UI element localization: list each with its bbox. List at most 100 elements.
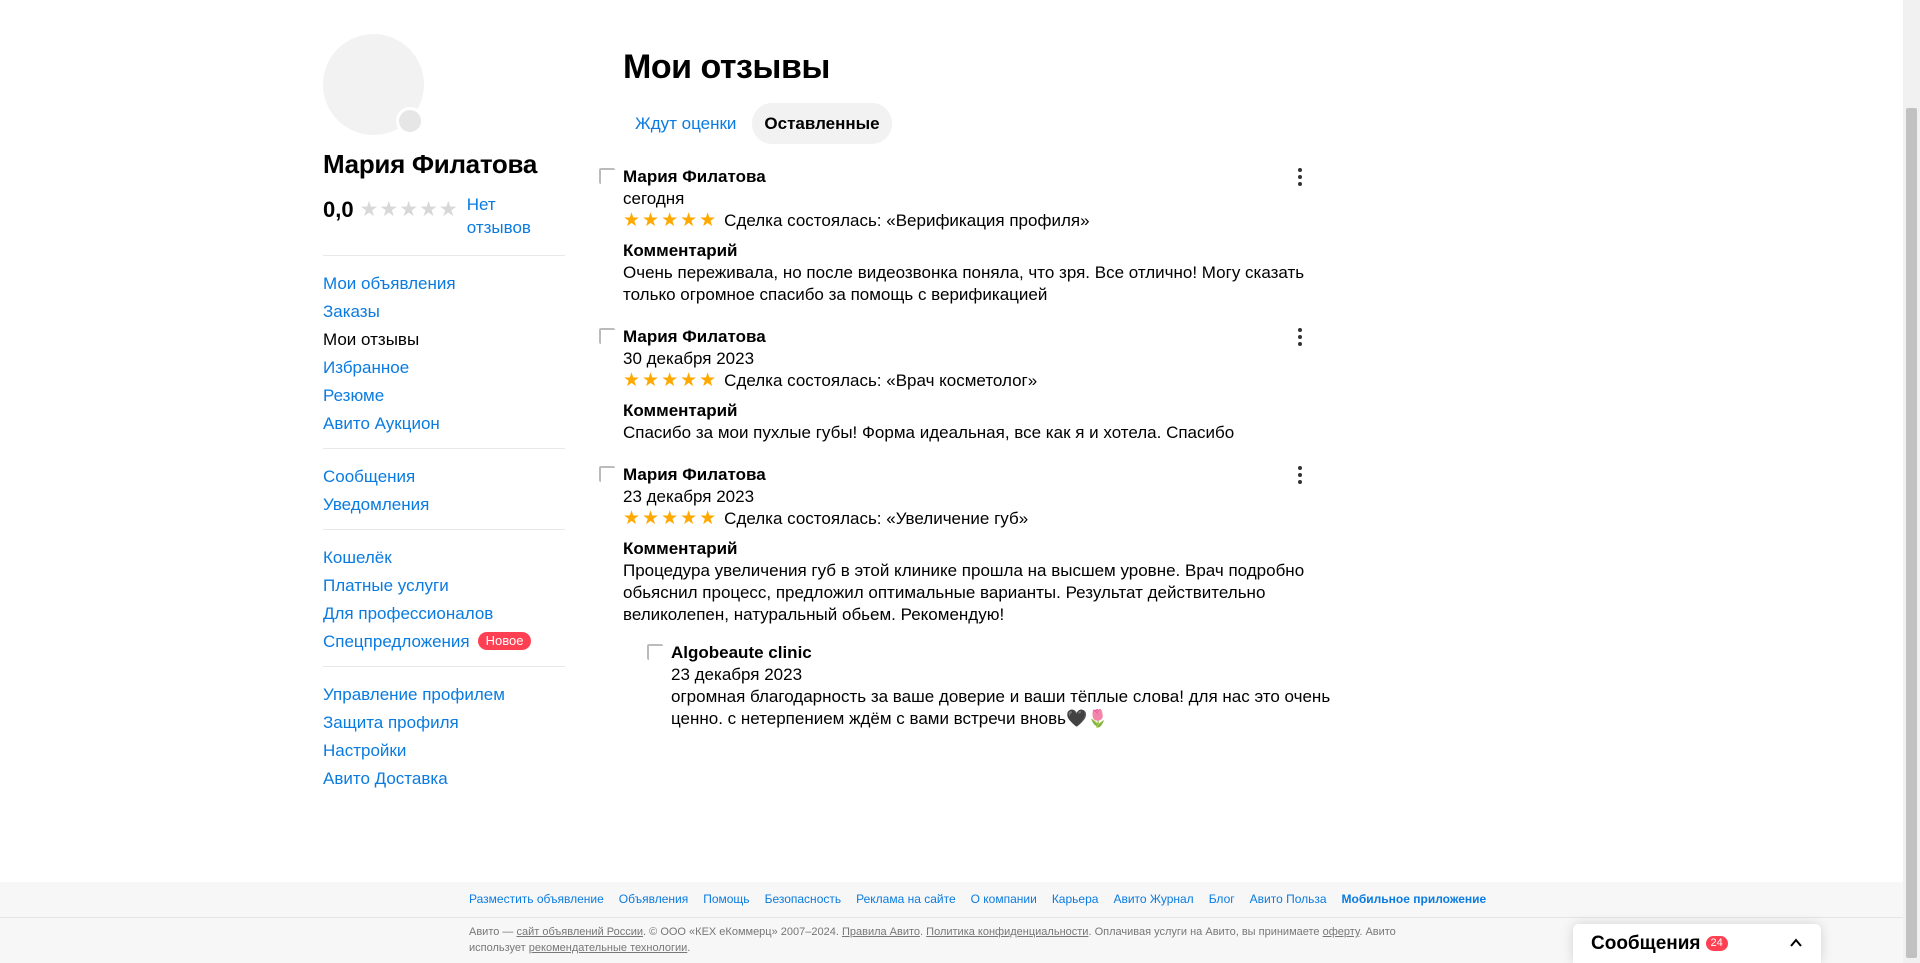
- sidebar-nav-group: Мои объявления Заказы Мои отзывы Избранное Р…: [323, 256, 565, 449]
- messenger-title: Сообщения: [1591, 932, 1701, 954]
- rating-row: 0,0 ★★★★★ Нет отзывов: [323, 193, 565, 256]
- sidebar-item[interactable]: Сообщения: [323, 463, 565, 491]
- sidebar-item[interactable]: Заказы: [323, 298, 565, 326]
- more-options-icon[interactable]: [1297, 466, 1303, 484]
- review-author: Мария Филатова: [623, 167, 766, 186]
- sidebar-item-label: Резюме: [323, 386, 385, 405]
- sidebar-item-label: Уведомления: [323, 495, 430, 514]
- chevron-up-icon[interactable]: [1789, 936, 1803, 950]
- tab-left-reviews[interactable]: Оставленные: [752, 103, 892, 144]
- sidebar-item[interactable]: Для профессионалов: [323, 600, 565, 628]
- footer-link[interactable]: О компании: [971, 892, 1037, 906]
- rating-stars-icon: ★★★★★: [623, 508, 719, 529]
- sidebar-item[interactable]: Управление профилем: [323, 681, 565, 709]
- sidebar-item[interactable]: Избранное: [323, 354, 565, 382]
- sidebar-item-label: Кошелёк: [323, 548, 392, 567]
- legal-link-privacy[interactable]: Политика конфиденциальности: [926, 926, 1088, 938]
- review-deal-text: Сделка состоялась: «Врач косметолог»: [724, 371, 1038, 390]
- sidebar-item-label: Защита профиля: [323, 713, 459, 732]
- review-date: сегодня: [623, 189, 685, 208]
- sidebar-item-label: Платные услуги: [323, 576, 449, 595]
- messenger-unread-badge: 24: [1705, 936, 1728, 951]
- legal-link-site[interactable]: сайт объявлений России: [516, 926, 643, 938]
- rating-stars-icon: ★★★★★: [359, 198, 459, 221]
- messenger-widget[interactable]: Сообщения 24: [1573, 924, 1821, 963]
- review-deal-text: Сделка состоялась: «Увеличение губ»: [724, 509, 1029, 528]
- sidebar-item-label: Избранное: [323, 358, 410, 377]
- comment-label: Комментарий: [623, 539, 738, 558]
- reply-text: огромная благодарность за ваше доверие и…: [671, 687, 1331, 728]
- sidebar-item[interactable]: Защита профиля: [323, 709, 565, 737]
- footer-divider: [0, 917, 1903, 918]
- footer-link[interactable]: Реклама на сайте: [856, 892, 956, 906]
- sidebar-item[interactable]: Уведомления: [323, 491, 565, 519]
- comment-label: Комментарий: [623, 241, 738, 260]
- sidebar-item-label: Авито Аукцион: [323, 414, 440, 433]
- footer-link[interactable]: Разместить объявление: [469, 892, 604, 906]
- footer-link[interactable]: Авито Журнал: [1113, 892, 1193, 906]
- review-author: Мария Филатова: [623, 465, 766, 484]
- sidebar-item[interactable]: Резюме: [323, 382, 565, 410]
- sidebar-nav: Мои объявления Заказы Мои отзывы Избранное Р…: [323, 256, 565, 803]
- review-deal-row: ★★★★★ Сделка состоялась: «Врач косметолог…: [623, 370, 1323, 392]
- more-options-icon[interactable]: [1297, 328, 1303, 346]
- sidebar-item-label: Авито Доставка: [323, 769, 448, 788]
- review-item: Мария Филатова сегодня ★★★★★ Сделка состоял…: [599, 166, 1323, 306]
- sidebar-item[interactable]: Авито Доставка: [323, 765, 565, 793]
- profile-sidebar: Мария Филатова 0,0 ★★★★★ Нет отзывов Мои…: [323, 34, 565, 803]
- reply-author-avatar: [647, 644, 663, 660]
- review-author: Мария Филатова: [623, 327, 766, 346]
- main-content: Мои отзывы Ждут оценки Оставленные Мария…: [599, 48, 1330, 730]
- sidebar-item[interactable]: Мои отзывы: [323, 326, 565, 354]
- footer-link[interactable]: Безопасность: [765, 892, 842, 906]
- rating-stars-icon: ★★★★★: [623, 370, 719, 391]
- reviews-list: Мария Филатова сегодня ★★★★★ Сделка состоял…: [599, 166, 1330, 730]
- avatar[interactable]: [323, 34, 424, 135]
- sidebar-item-label: Управление профилем: [323, 685, 505, 704]
- sidebar-item[interactable]: Мои объявления: [323, 270, 565, 298]
- legal-link-rules[interactable]: Правила Авито: [842, 926, 920, 938]
- footer-link[interactable]: Карьера: [1052, 892, 1099, 906]
- footer-link[interactable]: Помощь: [703, 892, 749, 906]
- scrollbar-thumb[interactable]: [1906, 108, 1917, 958]
- review-reply: Algobeaute clinic 23 декабря 2023 огромная…: [647, 642, 1330, 730]
- sidebar-item-label: Заказы: [323, 302, 380, 321]
- legal-text: . Оплачивая услуги на Авито, вы принимае…: [1088, 926, 1323, 938]
- sidebar-item-label: Мои объявления: [323, 274, 456, 293]
- sidebar-item-label: Мои отзывы: [323, 330, 420, 349]
- sidebar-item[interactable]: Платные услуги: [323, 572, 565, 600]
- sidebar-item[interactable]: Авито Аукцион: [323, 410, 565, 438]
- legal-link-offer[interactable]: оферту: [1323, 926, 1360, 938]
- sidebar-item[interactable]: Спецпредложения Новое: [323, 628, 565, 656]
- no-reviews-link[interactable]: Нет отзывов: [467, 193, 537, 239]
- tab-awaiting-rating[interactable]: Ждут оценки: [623, 103, 748, 144]
- sidebar-item[interactable]: Кошелёк: [323, 544, 565, 572]
- more-options-icon[interactable]: [1297, 168, 1303, 186]
- footer-link[interactable]: Объявления: [619, 892, 688, 906]
- footer-link[interactable]: Блог: [1209, 892, 1235, 906]
- sidebar-item[interactable]: Настройки: [323, 737, 565, 765]
- reply-author: Algobeaute clinic: [671, 643, 812, 662]
- review-date: 30 декабря 2023: [623, 349, 755, 368]
- footer-link[interactable]: Мобильное приложение: [1342, 892, 1487, 906]
- review-item: Мария Филатова 30 декабря 2023 ★★★★★ Сделка…: [599, 326, 1323, 444]
- avatar-status-dot: [396, 107, 424, 135]
- review-deal-row: ★★★★★ Сделка состоялась: «Верификация про…: [623, 210, 1323, 232]
- review-deal-text: Сделка состоялась: «Верификация профиля»: [724, 211, 1090, 230]
- review-deal-row: ★★★★★ Сделка состоялась: «Увеличение губ»: [623, 508, 1323, 530]
- review-author-avatar: [599, 466, 615, 482]
- review-author-avatar: [599, 168, 615, 184]
- page-title: Мои отзывы: [623, 48, 830, 86]
- legal-text: Авито —: [469, 926, 517, 938]
- sidebar-item-label: Для профессионалов: [323, 604, 494, 623]
- rating-stars-icon: ★★★★★: [623, 210, 719, 231]
- page-scrollbar[interactable]: [1903, 0, 1920, 963]
- footer-link[interactable]: Авито Польза: [1250, 892, 1327, 906]
- sidebar-item-label: Настройки: [323, 741, 407, 760]
- sidebar-nav-group: Кошелёк Платные услуги Для профессионалов С…: [323, 530, 565, 667]
- review-date: 23 декабря 2023: [623, 487, 755, 506]
- new-badge: Новое: [477, 632, 532, 650]
- reply-date: 23 декабря 2023: [671, 665, 803, 684]
- legal-link-recommendations[interactable]: рекомендательные технологии: [529, 942, 688, 954]
- review-tabs: Ждут оценки Оставленные: [623, 103, 1323, 144]
